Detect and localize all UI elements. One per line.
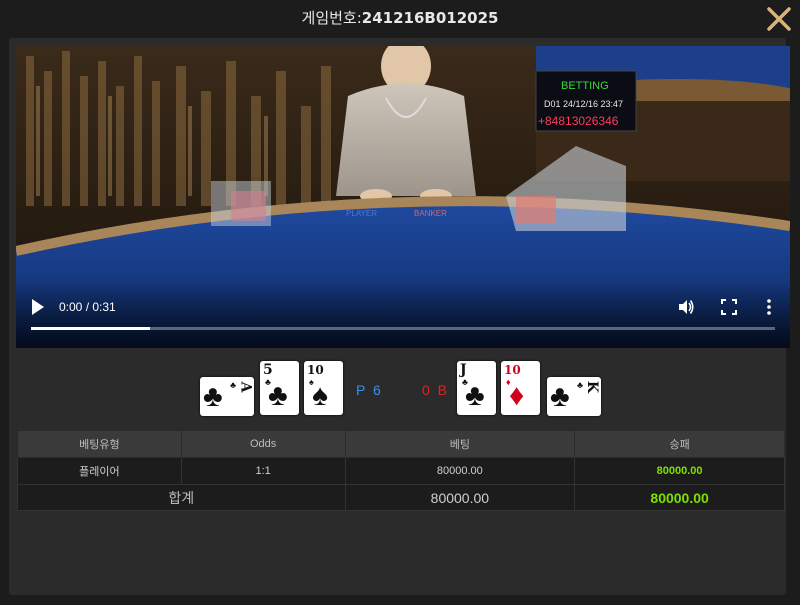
player-card-2-rank: 5 [263,362,273,378]
progress-bar[interactable] [31,327,775,330]
play-icon[interactable] [31,299,45,315]
total-label: 합계 [17,484,346,511]
total-row: 합계 80000.00 80000.00 [17,484,785,511]
screen-status: BETTING [561,80,609,92]
banker-card-1-rank: J [460,362,467,378]
player-card-1-rank: A [237,381,254,393]
bet-table: 베팅유형 Odds 베팅 승패 플레이어 1:1 80000.00 80000.… [17,430,785,511]
close-icon[interactable] [766,6,792,32]
controls-overlay [16,278,790,348]
volume-icon[interactable] [677,298,695,316]
banker-card-3: K ♣ ♣ [547,377,601,416]
game-number: 241216B012025 [361,9,499,27]
player-card-1: A ♣ ♣ [200,377,254,416]
odds-cell: 1:1 [180,457,346,485]
win-amount-cell: 80000.00 [574,457,785,485]
video-player[interactable]: PLAYER BANKER BETTING D01 24/12/16 23:47… [16,46,790,348]
title-bar: 게임번호:241216B012025 [0,0,800,38]
player-card-3-suit-icon: ♠ [312,379,328,412]
table-row: 플레이어 1:1 80000.00 80000.00 [17,457,785,485]
banker-score: 0 B [422,382,450,398]
player-card-1-suit-icon: ♣ [203,380,223,413]
player-card-1-mini-suit-icon: ♣ [230,380,236,390]
banker-card-2-suit-icon: ♦ [509,379,525,412]
screen-phone: +84813026346 [538,114,619,128]
player-card-2-suit-icon: ♣ [268,379,288,412]
more-options-icon[interactable] [763,298,775,316]
header-result: 승패 [574,430,785,458]
fullscreen-icon[interactable] [721,299,737,315]
banker-card-1-suit-icon: ♣ [465,379,485,412]
felt-player-label: PLAYER [346,209,377,218]
banker-card-3-rank: K [583,380,600,394]
player-card-3: 10 ♠ ♠ [304,361,343,415]
game-detail-modal: 게임번호:241216B012025 PLAYER BANKER BETTING… [0,0,800,605]
total-bet-cell: 80000.00 [344,484,576,511]
banker-card-1: J ♣ ♣ [457,361,496,415]
player-score: P 6 [356,382,383,398]
header-odds: Odds [180,430,346,458]
player-card-3-rank: 10 [307,363,324,377]
header-bet-type: 베팅유형 [17,430,182,458]
round-result: A ♣ ♣ 5 ♣ ♣ 10 ♠ ♠ P 6 0 B J ♣ ♣ 10 ♦ ♦ K ♣ ♣ [9,360,786,416]
progress-fill [31,327,151,330]
bet-amount-cell: 80000.00 [344,457,576,485]
header-bet: 베팅 [344,430,576,458]
total-win-cell: 80000.00 [574,484,785,511]
game-number-label: 게임번호: [301,9,362,27]
modal-content: PLAYER BANKER BETTING D01 24/12/16 23:47… [9,38,790,595]
banker-card-3-suit-icon: ♣ [550,380,570,413]
banker-card-3-mini-suit-icon: ♣ [577,380,583,390]
bet-type-cell: 플레이어 [17,457,182,485]
player-card-2: 5 ♣ ♣ [260,361,299,415]
banker-card-2: 10 ♦ ♦ [501,361,540,415]
time-display: 0:00 / 0:31 [59,300,116,314]
banker-card-2-rank: 10 [504,363,521,377]
screen-datetime: D01 24/12/16 23:47 [544,99,623,109]
felt-banker-label: BANKER [414,209,447,218]
